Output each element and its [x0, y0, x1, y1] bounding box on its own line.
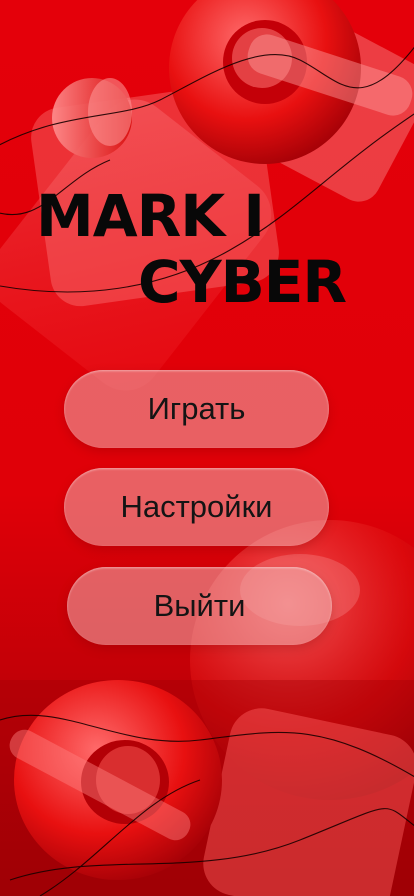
title-line2: CYBER — [138, 248, 347, 316]
settings-button[interactable]: Настройки — [64, 468, 329, 546]
game-title: MARK I CYBER — [36, 183, 396, 315]
background-scene — [0, 0, 414, 896]
exit-button[interactable]: Выйти — [67, 567, 332, 645]
play-button[interactable]: Играть — [64, 370, 329, 448]
title-line1: MARK I — [36, 182, 265, 250]
